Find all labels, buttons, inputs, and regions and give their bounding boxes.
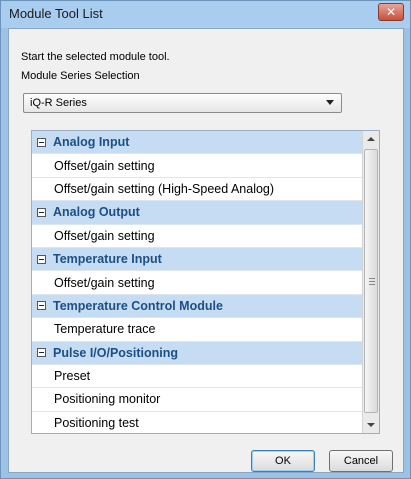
vertical-scrollbar[interactable] [362, 131, 379, 433]
tree-group-row[interactable]: Analog Output [32, 201, 363, 225]
series-dropdown[interactable]: iQ-R Series [23, 93, 342, 113]
dialog-client: Start the selected module tool. Module S… [8, 28, 404, 473]
tree-item-label: Temperature trace [54, 322, 156, 337]
scroll-up-arrow-icon[interactable] [363, 131, 379, 147]
tree-group-row[interactable]: Pulse I/O/Positioning [32, 341, 363, 365]
tree-item-label: Positioning monitor [54, 392, 161, 407]
collapse-icon[interactable] [37, 348, 46, 358]
grip-icon [369, 278, 375, 285]
tree-item-row[interactable]: Offset/gain setting (High-Speed Analog) [32, 177, 363, 202]
ok-button[interactable]: OK [251, 450, 315, 472]
tree-item-label: Preset [54, 369, 91, 384]
series-selection-label: Module Series Selection [21, 70, 140, 82]
tree-item-row[interactable]: Offset/gain setting [32, 154, 363, 178]
close-icon: ✕ [385, 5, 397, 19]
tree-item-row[interactable]: Preset [32, 364, 363, 389]
collapse-icon[interactable] [37, 137, 46, 147]
tree-group-label: Temperature Input [53, 252, 162, 267]
tree-group-row[interactable]: Temperature Input [32, 247, 363, 272]
tree-item-row[interactable]: Positioning monitor [32, 388, 363, 412]
tree-item-label: Positioning test [54, 415, 139, 430]
close-button[interactable]: ✕ [378, 3, 404, 21]
collapse-icon[interactable] [37, 254, 46, 264]
chevron-down-icon [326, 100, 334, 105]
tree-item-label: Offset/gain setting [54, 158, 155, 173]
collapse-icon[interactable] [37, 207, 46, 217]
tree-item-row[interactable]: Positioning test [32, 411, 363, 433]
tree-group-label: Temperature Control Module [53, 298, 223, 313]
tree-group-row[interactable]: Analog Input [32, 131, 363, 155]
tree-item-label: Offset/gain setting [54, 275, 155, 290]
tree-group-label: Analog Output [53, 205, 140, 220]
title-bar[interactable]: Module Tool List ✕ [1, 1, 410, 28]
tree-group-label: Pulse I/O/Positioning [53, 345, 179, 360]
dialog-window: Module Tool List ✕ Start the selected mo… [0, 0, 411, 479]
instruction-text: Start the selected module tool. [21, 51, 170, 63]
tree-item-label: Offset/gain setting [54, 228, 155, 243]
tree-group-label: Analog Input [53, 135, 130, 150]
tree-item-row[interactable]: Offset/gain setting [32, 224, 363, 248]
collapse-icon[interactable] [37, 301, 46, 311]
tree-item-label: Offset/gain setting (High-Speed Analog) [54, 181, 275, 196]
cancel-button[interactable]: Cancel [329, 450, 393, 472]
scroll-down-arrow-icon[interactable] [363, 417, 379, 433]
tree-group-row[interactable]: Temperature Control Module [32, 294, 363, 319]
tree-item-row[interactable]: Offset/gain setting [32, 271, 363, 295]
scroll-thumb[interactable] [364, 149, 378, 413]
tree-list: Analog Input Offset/gain setting Offset/ga… [32, 131, 363, 433]
window-title: Module Tool List [9, 6, 103, 21]
tree-item-row[interactable]: Temperature trace [32, 318, 363, 342]
series-dropdown-value: iQ-R Series [30, 97, 87, 109]
module-tool-tree[interactable]: Analog Input Offset/gain setting Offset/ga… [31, 130, 380, 434]
